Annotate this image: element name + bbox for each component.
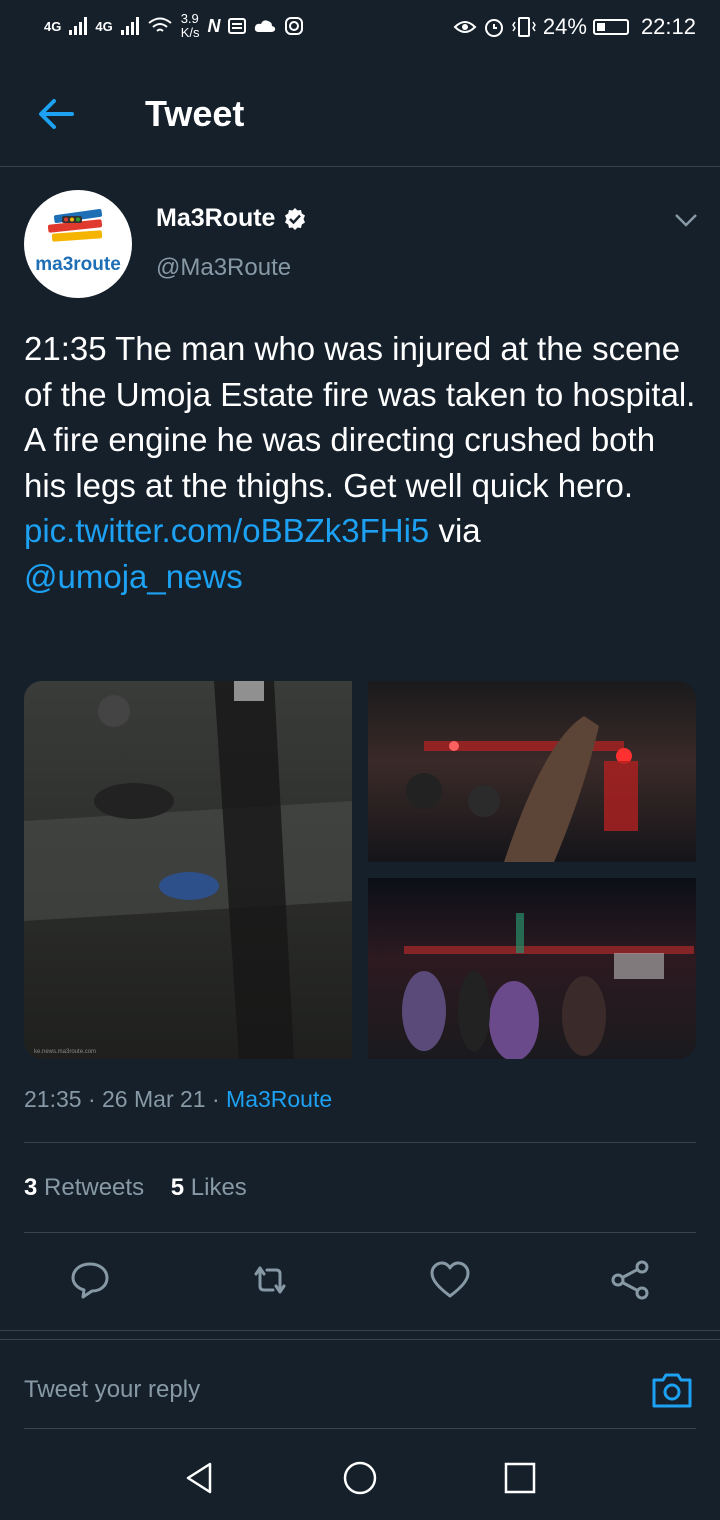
tweet-body: 21:35 The man who was injured at the sce… bbox=[24, 330, 696, 504]
ma3route-logo: ma3route bbox=[35, 208, 121, 275]
network-label-2: 4G bbox=[95, 18, 113, 34]
reply-input[interactable]: Tweet your reply bbox=[24, 1376, 200, 1404]
instagram-icon bbox=[285, 17, 304, 35]
page-title: Tweet bbox=[145, 93, 245, 134]
photo-1[interactable]: ke.news.ma3route.com bbox=[24, 681, 352, 1059]
battery-percent: 24% bbox=[542, 14, 587, 39]
divider bbox=[24, 1232, 696, 1233]
share-icon[interactable] bbox=[608, 1258, 652, 1302]
photo-2[interactable] bbox=[368, 681, 696, 862]
tweet-stats: 3 Retweets 5 Likes bbox=[24, 1174, 247, 1202]
signal-icon-2 bbox=[120, 17, 139, 35]
clock: 22:12 bbox=[640, 14, 696, 39]
reply-icon[interactable] bbox=[68, 1258, 112, 1302]
system-nav-bar bbox=[0, 1446, 720, 1512]
vibrate-icon bbox=[511, 17, 536, 37]
likes-label: Likes bbox=[190, 1174, 247, 1201]
alarm-icon bbox=[484, 19, 503, 37]
divider bbox=[0, 1330, 720, 1340]
signal-icon bbox=[69, 17, 88, 35]
tweet-via: via bbox=[438, 512, 481, 549]
author-name: Ma3Route bbox=[156, 204, 276, 232]
author-handle[interactable]: @Ma3Route bbox=[156, 254, 291, 282]
nav-back-icon[interactable] bbox=[182, 1460, 218, 1496]
eye-icon bbox=[453, 21, 477, 33]
back-arrow-icon[interactable] bbox=[32, 90, 80, 138]
nav-home-icon[interactable] bbox=[342, 1460, 378, 1496]
chevron-down-icon[interactable] bbox=[672, 206, 700, 234]
tweet-mention[interactable]: @umoja_news bbox=[24, 558, 243, 595]
verified-badge-icon bbox=[285, 207, 306, 230]
media-photos: ke.news.ma3route.com bbox=[24, 681, 696, 1059]
avatar-text: ma3route bbox=[35, 254, 121, 275]
speed-unit: K/s bbox=[180, 25, 200, 40]
media-grid: ke.news.ma3route.com bbox=[24, 681, 696, 1059]
photo-watermark: ke.news.ma3route.com bbox=[34, 1049, 96, 1055]
status-right: 24% 22:12 bbox=[453, 14, 696, 40]
speed-value: 3.9 bbox=[180, 11, 199, 26]
nav-recents-icon[interactable] bbox=[502, 1460, 538, 1496]
action-bar bbox=[0, 1258, 720, 1306]
tweet-time: 21:35 bbox=[24, 1086, 82, 1112]
tweet-link[interactable]: pic.twitter.com/oBBZk3FHi5 bbox=[24, 512, 429, 549]
avatar[interactable]: ma3route bbox=[24, 190, 132, 298]
n-icon: N bbox=[207, 15, 221, 36]
divider bbox=[24, 1428, 696, 1429]
photo-3[interactable] bbox=[368, 878, 696, 1059]
likes-stat[interactable]: 5 Likes bbox=[171, 1174, 247, 1201]
meta-separator-2: · bbox=[211, 1086, 220, 1112]
divider bbox=[24, 1142, 696, 1143]
tweet-meta: 21:35 · 26 Mar 21 · Ma3Route bbox=[24, 1086, 332, 1113]
tweet-source[interactable]: Ma3Route bbox=[226, 1086, 332, 1112]
cloud-icon bbox=[255, 20, 276, 32]
top-app-bar: Tweet bbox=[0, 70, 720, 167]
author-name-row[interactable]: Ma3Route bbox=[156, 204, 307, 233]
retweet-icon[interactable] bbox=[248, 1258, 292, 1302]
camera-icon[interactable] bbox=[650, 1368, 694, 1412]
like-heart-icon[interactable] bbox=[428, 1258, 472, 1302]
likes-count: 5 bbox=[170, 1174, 185, 1201]
network-speed: 3.9 K/s bbox=[181, 12, 200, 40]
wifi-icon bbox=[148, 17, 172, 32]
status-bar: 4G 4G 3.9 K/s N 24% 22:12 bbox=[0, 0, 720, 56]
battery-icon bbox=[592, 19, 629, 35]
meta-separator: · bbox=[87, 1086, 96, 1112]
retweets-stat[interactable]: 3 Retweets bbox=[24, 1174, 144, 1201]
tweet-text: 21:35 The man who was injured at the sce… bbox=[24, 326, 704, 599]
message-icon bbox=[228, 18, 247, 34]
retweets-label: Retweets bbox=[44, 1174, 145, 1201]
tweet-date: 26 Mar 21 bbox=[102, 1086, 206, 1112]
network-label-1: 4G bbox=[44, 18, 62, 34]
retweets-count: 3 bbox=[24, 1174, 38, 1201]
status-left: 4G 4G 3.9 K/s N bbox=[44, 12, 304, 40]
